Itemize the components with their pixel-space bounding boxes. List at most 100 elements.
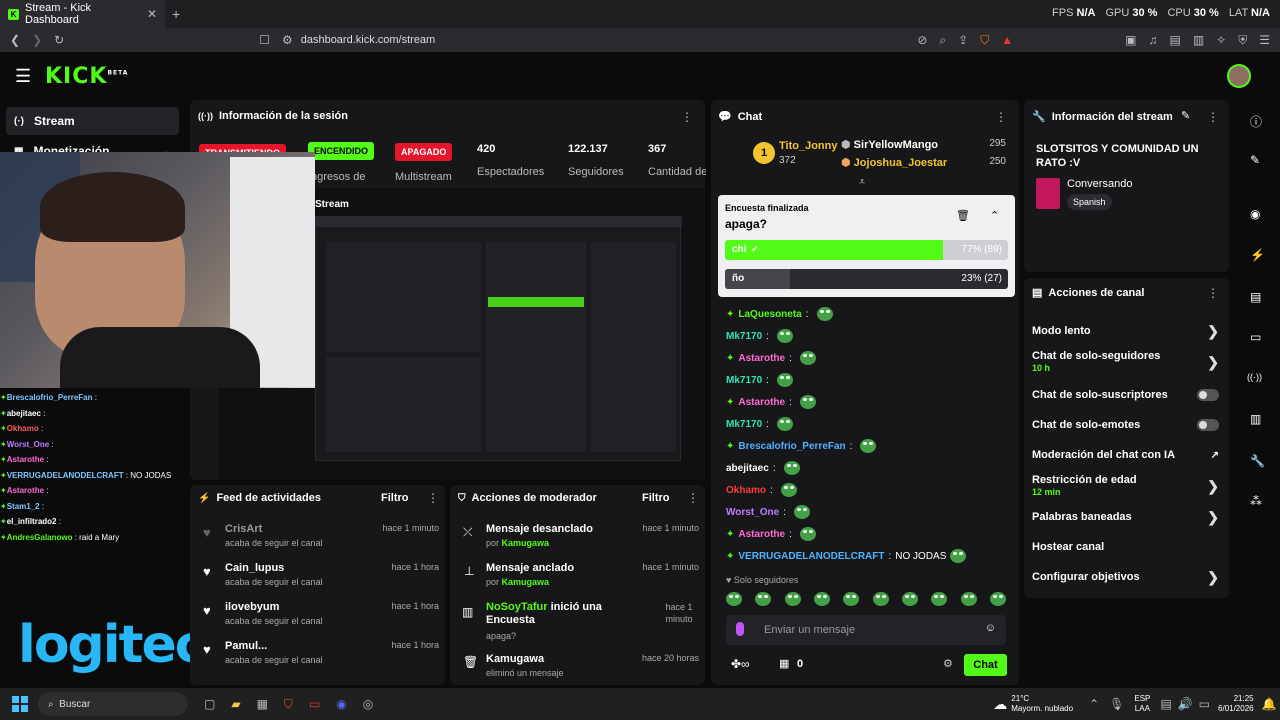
emote-icon[interactable] — [755, 592, 772, 606]
mod-menu-icon[interactable]: ⋮ — [687, 491, 699, 505]
emote-icon[interactable] — [726, 592, 742, 606]
points-icon[interactable]: ✤∞ — [731, 657, 750, 671]
chat-username[interactable]: Astarothe — [738, 353, 785, 364]
channel-action-item[interactable]: Restricción de edad 12 min ❯ — [1024, 470, 1229, 502]
music-icon[interactable]: ♫ — [1148, 33, 1157, 48]
avatar[interactable] — [1227, 64, 1251, 88]
app-icon[interactable]: ▭ — [309, 697, 320, 711]
obs-icon[interactable]: ◎ — [363, 697, 373, 711]
chat-username[interactable]: Astarothe — [738, 397, 785, 408]
chat-username[interactable]: LaQuesoneta — [738, 309, 801, 320]
network-icon[interactable]: ▤ — [1160, 697, 1171, 711]
hamburger-icon[interactable]: ☰ — [15, 66, 31, 87]
chat-icon[interactable]: ▭ — [1250, 330, 1261, 344]
chat-username[interactable]: Brescalofrio_PerreFan — [738, 441, 845, 452]
back-icon[interactable]: ❮ — [10, 33, 20, 47]
emote-icon[interactable] — [960, 592, 977, 606]
emoji-icon[interactable]: ☺ — [985, 622, 996, 634]
emote-icon[interactable] — [931, 592, 948, 606]
weather-widget[interactable]: ☁ 21°C Mayorm. nublado — [993, 694, 1073, 714]
site-info-icon[interactable]: ⚙ — [282, 33, 293, 47]
notification-icon[interactable]: 🔔 — [1262, 697, 1277, 711]
close-tab-icon[interactable]: ✕ — [147, 7, 157, 21]
windows-start-icon[interactable] — [12, 696, 28, 712]
channel-actions-menu-icon[interactable]: ⋮ — [1207, 286, 1219, 300]
ai-icon[interactable]: ✧ — [1216, 33, 1226, 48]
channel-action-item[interactable]: Palabras baneadas ❯ — [1024, 502, 1229, 532]
chat-settings-icon[interactable]: ⚙ — [943, 657, 953, 670]
chat-username[interactable]: Okhamo — [726, 485, 766, 496]
task-view-icon[interactable]: ▢ — [204, 697, 215, 711]
broadcast-icon[interactable]: ((·)) — [1247, 372, 1262, 382]
category-name[interactable]: Conversando — [1067, 178, 1132, 190]
channel-action-item[interactable]: Modo lento ❯ — [1024, 316, 1229, 346]
mic-icon[interactable] — [736, 622, 744, 636]
mod-filter-button[interactable]: Filtro — [642, 492, 670, 504]
mute-icon[interactable]: ⊘ — [917, 33, 927, 48]
panel-icon[interactable]: ▤ — [1169, 33, 1180, 48]
new-tab-icon[interactable]: + — [172, 6, 180, 22]
bolt-icon[interactable]: ⚡ — [1250, 248, 1265, 262]
stream-info-menu-icon[interactable]: ⋮ — [1207, 110, 1219, 124]
channel-action-item[interactable]: Chat de solo-seguidores 10 h ❯ — [1024, 346, 1229, 378]
emote-icon[interactable] — [872, 592, 889, 606]
reload-icon[interactable]: ↻ — [54, 33, 64, 47]
camera-icon[interactable]: ◉ — [1250, 207, 1260, 221]
chat-menu-icon[interactable]: ⋮ — [995, 110, 1007, 124]
bookmark-icon[interactable]: ☐ — [259, 33, 270, 47]
channel-action-item[interactable]: Chat de solo-suscriptores — [1024, 380, 1229, 410]
sidebar-icon[interactable]: ▣ — [1125, 33, 1136, 48]
language-indicator[interactable]: ESP LAA — [1134, 694, 1150, 714]
gift-icon[interactable]: ▦ — [779, 657, 789, 670]
trash-icon[interactable]: 🗑 — [956, 209, 970, 222]
channel-action-item[interactable]: Configurar objetivos ❯ — [1024, 562, 1229, 592]
toggle-switch[interactable] — [1197, 419, 1219, 431]
session-menu-icon[interactable]: ⋮ — [681, 110, 693, 124]
chat-username[interactable]: Mk7170 — [726, 375, 762, 386]
chat-username[interactable]: Astarothe — [738, 529, 785, 540]
shield-icon[interactable]: ⛉ — [980, 33, 989, 48]
sidebar-item-stream[interactable]: (·) Stream — [6, 107, 179, 135]
emote-icon[interactable] — [901, 592, 918, 606]
browser-tab[interactable]: K Stream - Kick Dashboard ✕ — [0, 0, 165, 28]
kick-logo[interactable]: KICKBETA — [45, 64, 128, 89]
document-icon[interactable]: ▤ — [1250, 290, 1261, 304]
zoom-icon[interactable]: ⌕ — [939, 33, 946, 48]
share-icon[interactable]: ⁂ — [1250, 494, 1262, 508]
volume-icon[interactable]: 🔊 — [1178, 697, 1193, 711]
feed-menu-icon[interactable]: ⋮ — [427, 491, 439, 505]
pencil-icon[interactable]: ✎ — [1250, 153, 1260, 167]
battery-icon[interactable]: ▭ — [1199, 697, 1210, 711]
collapse-leaderboard-icon[interactable]: ⩡ — [859, 176, 865, 189]
discord-icon[interactable]: ◉ — [336, 697, 346, 711]
emote-icon[interactable] — [843, 592, 860, 606]
chevron-up-icon[interactable]: ⌃ — [990, 209, 999, 222]
channel-action-item[interactable]: Hostear canal — [1024, 532, 1229, 562]
rewards-icon[interactable]: ▲ — [1001, 33, 1013, 48]
share-icon[interactable]: ⇪ — [958, 33, 968, 48]
brave-icon[interactable]: ⛉ — [284, 697, 293, 712]
menu-icon[interactable]: ☰ — [1259, 33, 1270, 48]
url-field[interactable]: dashboard.kick.com/stream — [301, 34, 436, 46]
tools-icon[interactable]: 🔧 — [1250, 454, 1265, 468]
clock[interactable]: 21:25 6/01/2026 — [1218, 694, 1254, 714]
channel-action-item[interactable]: Chat de solo-emotes — [1024, 410, 1229, 440]
chat-username[interactable]: Mk7170 — [726, 331, 762, 342]
channel-action-item[interactable]: Moderación del chat con IA ↗ — [1024, 440, 1229, 470]
layout-icon[interactable]: ▥ — [1250, 412, 1261, 426]
chat-send-button[interactable]: Chat — [964, 654, 1007, 676]
feed-filter-button[interactable]: Filtro — [381, 492, 409, 504]
chat-username[interactable]: Mk7170 — [726, 419, 762, 430]
chat-username[interactable]: VERRUGADELANODELCRAFT — [738, 551, 884, 562]
store-icon[interactable]: ▦ — [257, 697, 268, 711]
wallet-icon[interactable]: ▥ — [1193, 33, 1204, 48]
taskbar-search[interactable]: ⌕ Buscar — [38, 692, 188, 716]
vpn-icon[interactable]: ⛨ — [1238, 33, 1247, 48]
mic-icon[interactable]: 🎙 — [1109, 697, 1124, 711]
chat-username[interactable]: abejitaec — [726, 463, 769, 474]
emote-icon[interactable] — [784, 592, 801, 606]
chat-username[interactable]: Worst_One — [726, 507, 779, 518]
forward-icon[interactable]: ❯ — [32, 33, 42, 47]
chat-input[interactable]: Enviar un mensaje ☺ — [726, 615, 1006, 645]
tray-chevron-icon[interactable]: ⌃ — [1089, 697, 1099, 711]
